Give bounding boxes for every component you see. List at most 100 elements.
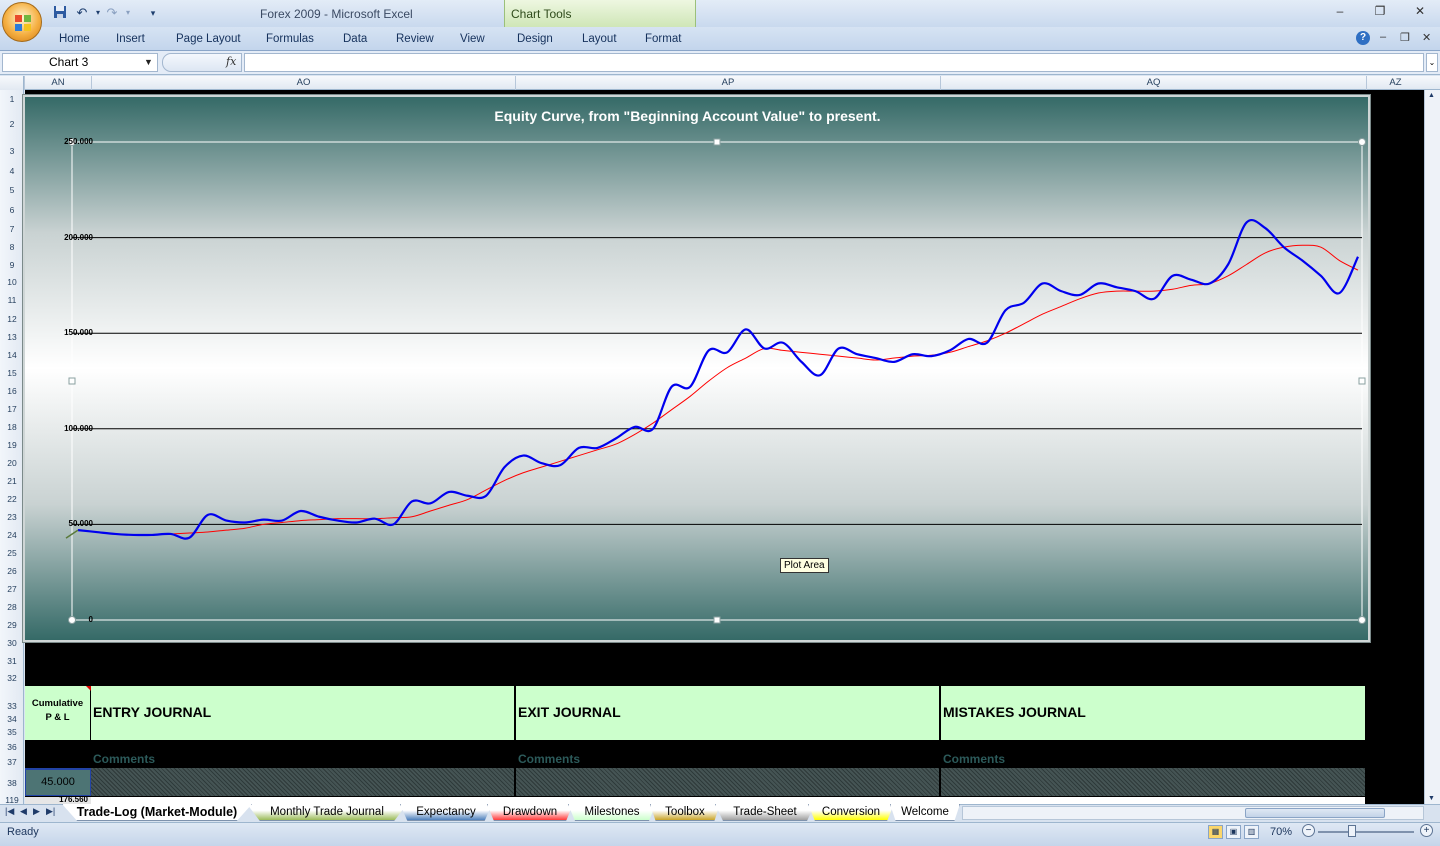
- column-header[interactable]: AQ: [940, 76, 1366, 90]
- row-header[interactable]: 27: [0, 580, 24, 598]
- row-header[interactable]: 5: [0, 180, 24, 200]
- help-icon[interactable]: ?: [1356, 31, 1370, 45]
- cumulative-value-cell[interactable]: 45.000: [25, 768, 91, 796]
- row-header[interactable]: 18: [0, 418, 24, 436]
- mistakes-journal-cell[interactable]: MISTAKES JOURNAL: [941, 686, 1365, 740]
- sheet-tab[interactable]: Toolbox: [650, 804, 720, 821]
- resize-handle[interactable]: [1358, 377, 1366, 385]
- name-box-dropdown-icon[interactable]: ▼: [144, 57, 153, 67]
- row-header[interactable]: 20: [0, 454, 24, 472]
- last-sheet-icon[interactable]: ▶|: [46, 806, 55, 817]
- row-header[interactable]: 14: [0, 346, 24, 364]
- workbook-minimize-icon[interactable]: ‒: [1380, 31, 1386, 43]
- next-sheet-icon[interactable]: ▶: [33, 806, 40, 817]
- cumulative-header-cell[interactable]: Cumulative P & L: [25, 686, 91, 740]
- first-sheet-icon[interactable]: |◀: [5, 806, 14, 817]
- sheet-tab[interactable]: Drawdown: [487, 804, 573, 821]
- tab-format[interactable]: Format: [645, 33, 681, 45]
- row-header[interactable]: 28: [0, 598, 24, 616]
- row-header[interactable]: 13: [0, 328, 24, 346]
- row-header[interactable]: 119: [0, 796, 24, 805]
- formula-input[interactable]: [244, 53, 1424, 72]
- zoom-slider[interactable]: [1318, 831, 1414, 833]
- mistakes-comments-cell[interactable]: [941, 768, 1365, 796]
- tab-design[interactable]: Design: [517, 33, 553, 45]
- row-header[interactable]: 11: [0, 291, 24, 310]
- row-header[interactable]: 24: [0, 526, 24, 544]
- page-layout-view-icon[interactable]: ▣: [1226, 825, 1241, 839]
- tab-formulas[interactable]: Formulas: [266, 33, 314, 45]
- row-header[interactable]: 31: [0, 652, 24, 670]
- resize-handle[interactable]: [713, 616, 721, 624]
- vertical-scrollbar[interactable]: ▲ ▼: [1424, 90, 1440, 804]
- row-header[interactable]: 17: [0, 400, 24, 418]
- row-header[interactable]: 37: [0, 754, 24, 770]
- tab-data[interactable]: Data: [343, 33, 367, 45]
- scroll-up-icon[interactable]: ▲: [1428, 92, 1435, 99]
- insert-function-icon[interactable]: fx: [226, 55, 236, 68]
- row-header[interactable]: 29: [0, 616, 24, 634]
- row-header[interactable]: 26: [0, 562, 24, 580]
- row-header[interactable]: 22: [0, 490, 24, 508]
- close-icon[interactable]: ✕: [1410, 4, 1430, 20]
- undo-icon[interactable]: ↶: [74, 5, 90, 21]
- sheet-tab[interactable]: Trade-Sheet: [715, 804, 815, 821]
- tab-insert[interactable]: Insert: [116, 33, 145, 45]
- next-row-cells[interactable]: [91, 797, 1365, 804]
- entry-journal-cell[interactable]: ENTRY JOURNAL: [91, 686, 515, 740]
- sheet-tab[interactable]: Welcome: [890, 804, 960, 821]
- row-header[interactable]: 36: [0, 740, 24, 754]
- restore-icon[interactable]: ❐: [1370, 4, 1390, 20]
- row-header[interactable]: 2: [0, 108, 24, 140]
- resize-handle[interactable]: [1358, 616, 1366, 624]
- zoom-slider-thumb[interactable]: [1348, 825, 1356, 837]
- row-header[interactable]: 3: [0, 140, 24, 162]
- workbook-restore-icon[interactable]: ❐: [1400, 31, 1410, 44]
- row-header[interactable]: 8: [0, 238, 24, 256]
- row-header[interactable]: 12: [0, 310, 24, 328]
- row-header[interactable]: 34: [0, 713, 24, 725]
- tab-review[interactable]: Review: [396, 33, 434, 45]
- minimize-icon[interactable]: ‒: [1330, 4, 1350, 20]
- row-header[interactable]: 16: [0, 382, 24, 400]
- select-all-corner[interactable]: [0, 76, 24, 90]
- redo-dropdown-icon[interactable]: ▾: [120, 5, 136, 21]
- sheet-tab[interactable]: Conversion: [808, 804, 894, 821]
- sheet-tab[interactable]: Trade-Log (Market-Module): [62, 804, 252, 821]
- prev-sheet-icon[interactable]: ◀: [20, 806, 27, 817]
- tab-view[interactable]: View: [460, 33, 485, 45]
- name-box[interactable]: Chart 3: [2, 53, 158, 72]
- row-header[interactable]: 9: [0, 256, 24, 274]
- save-icon[interactable]: [52, 5, 68, 21]
- normal-view-icon[interactable]: ▦: [1208, 825, 1223, 839]
- row-header[interactable]: 35: [0, 725, 24, 740]
- row-header[interactable]: 30: [0, 634, 24, 652]
- tab-page-layout[interactable]: Page Layout: [176, 33, 241, 45]
- resize-handle[interactable]: [68, 377, 76, 385]
- equity-chart[interactable]: Equity Curve, from "Beginning Account Va…: [22, 94, 1371, 643]
- column-header[interactable]: AN: [24, 76, 91, 90]
- row-header[interactable]: 6: [0, 200, 24, 220]
- scroll-down-icon[interactable]: ▼: [1428, 795, 1435, 802]
- tab-home[interactable]: Home: [59, 33, 90, 45]
- row-header[interactable]: 1: [0, 90, 24, 108]
- horizontal-scroll-thumb[interactable]: [1245, 808, 1385, 818]
- row-header[interactable]: 19: [0, 436, 24, 454]
- row-header[interactable]: 7: [0, 220, 24, 238]
- page-break-view-icon[interactable]: ▥: [1244, 825, 1259, 839]
- sheet-tab[interactable]: Milestones: [568, 804, 656, 821]
- row-header[interactable]: 23: [0, 508, 24, 526]
- exit-journal-cell[interactable]: EXIT JOURNAL: [516, 686, 940, 740]
- row-header[interactable]: 32: [0, 670, 24, 686]
- row-header[interactable]: 38: [0, 770, 24, 797]
- column-header[interactable]: AO: [91, 76, 515, 90]
- column-header[interactable]: AZ: [1366, 76, 1424, 90]
- sheet-tab[interactable]: Expectancy: [400, 804, 492, 821]
- customize-qat-icon[interactable]: ▾: [145, 5, 161, 21]
- office-button[interactable]: [2, 2, 42, 42]
- row-header[interactable]: 10: [0, 274, 24, 291]
- workbook-close-icon[interactable]: ✕: [1422, 31, 1431, 44]
- entry-comments-cell[interactable]: [91, 768, 515, 796]
- chart-title[interactable]: Equity Curve, from "Beginning Account Va…: [25, 108, 1350, 124]
- zoom-out-icon[interactable]: −: [1302, 824, 1315, 837]
